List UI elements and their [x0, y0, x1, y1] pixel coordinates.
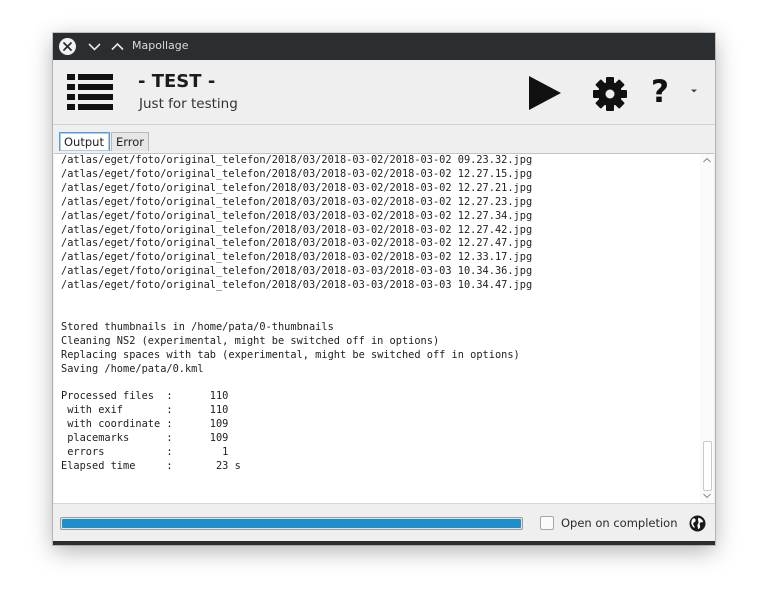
scroll-down-icon[interactable]	[703, 493, 711, 499]
output-log[interactable]: /atlas/eget/foto/original_telefon/2018/0…	[54, 153, 714, 503]
title-bar: Mapollage	[53, 33, 715, 60]
tab-error[interactable]: Error	[111, 132, 149, 151]
scroll-thumb[interactable]	[703, 441, 712, 491]
app-window: Mapollage - TEST - Just for testing ? Ou…	[53, 33, 715, 545]
toolbar: - TEST - Just for testing ?	[53, 60, 715, 125]
tab-bar: Output Error	[53, 125, 715, 153]
open-on-completion-label[interactable]: Open on completion	[561, 516, 678, 531]
open-on-completion-checkbox[interactable]	[540, 516, 554, 530]
tab-output[interactable]: Output	[59, 132, 110, 151]
profile-title: - TEST -	[138, 71, 216, 92]
progress-bar	[60, 517, 523, 530]
chevron-down-icon[interactable]	[690, 87, 698, 95]
maximize-icon[interactable]	[108, 37, 127, 56]
window-bottom-edge	[53, 541, 715, 545]
log-text: /atlas/eget/foto/original_telefon/2018/0…	[61, 154, 533, 472]
profile-subtitle: Just for testing	[139, 96, 238, 112]
status-bar: Open on completion	[53, 503, 715, 542]
play-icon[interactable]	[527, 75, 563, 111]
window-title: Mapollage	[132, 39, 189, 52]
close-icon[interactable]	[58, 37, 77, 56]
progress-fill	[62, 519, 521, 528]
minimize-icon[interactable]	[85, 37, 104, 56]
globe-icon[interactable]	[689, 515, 706, 532]
help-button[interactable]: ?	[651, 72, 687, 112]
gear-icon[interactable]	[590, 75, 630, 113]
scroll-up-icon[interactable]	[703, 157, 711, 163]
list-icon[interactable]	[67, 74, 113, 110]
vertical-scrollbar[interactable]	[700, 154, 714, 503]
